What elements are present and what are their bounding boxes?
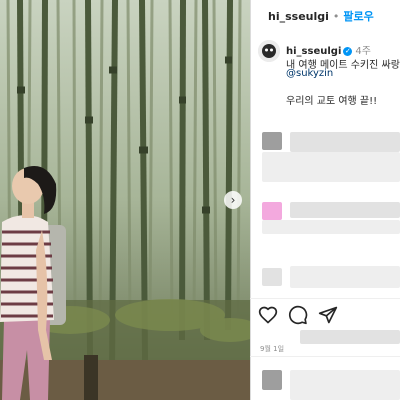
blurred-comment-text [262, 152, 400, 182]
actions-divider [250, 298, 400, 299]
blurred-avatar [262, 370, 282, 390]
bamboo-forest-illustration [0, 0, 250, 400]
heart-icon[interactable] [258, 305, 278, 325]
action-bar [258, 305, 338, 325]
header-separator: • [332, 9, 340, 23]
next-photo-button[interactable]: › [224, 191, 242, 209]
blurred-avatar [262, 202, 282, 220]
follow-button[interactable]: 팔로우 [343, 8, 373, 24]
blurred-avatar [262, 132, 282, 150]
blurred-comment-text [290, 132, 400, 152]
blurred-comment-text [290, 266, 400, 288]
caption-mention[interactable]: @sukyzin [286, 68, 333, 79]
header-username[interactable]: hi_sseulgi [268, 10, 329, 23]
blurred-comment-input [290, 370, 400, 400]
blurred-comment-text [290, 202, 400, 218]
caption-line-2: 우리의 교토 여행 끝!! [286, 96, 378, 107]
comment-icon[interactable] [288, 305, 308, 325]
post-date[interactable]: 9월 1일 [260, 344, 284, 354]
share-icon[interactable] [318, 305, 338, 325]
chevron-right-icon: › [230, 193, 236, 207]
post-header: hi_sseulgi • 팔로우 [250, 0, 400, 32]
panel-divider [250, 0, 251, 400]
caption-header: hi_sseulgi ✓ 4주 [286, 42, 400, 57]
post-photo: › [0, 0, 250, 400]
comment-divider [250, 356, 400, 357]
blurred-likes [300, 330, 400, 344]
avatar-image [258, 40, 280, 62]
verified-badge-icon: ✓ [343, 46, 353, 56]
avatar[interactable] [258, 40, 280, 62]
blurred-avatar [262, 268, 282, 286]
blurred-comment-text [262, 220, 400, 234]
